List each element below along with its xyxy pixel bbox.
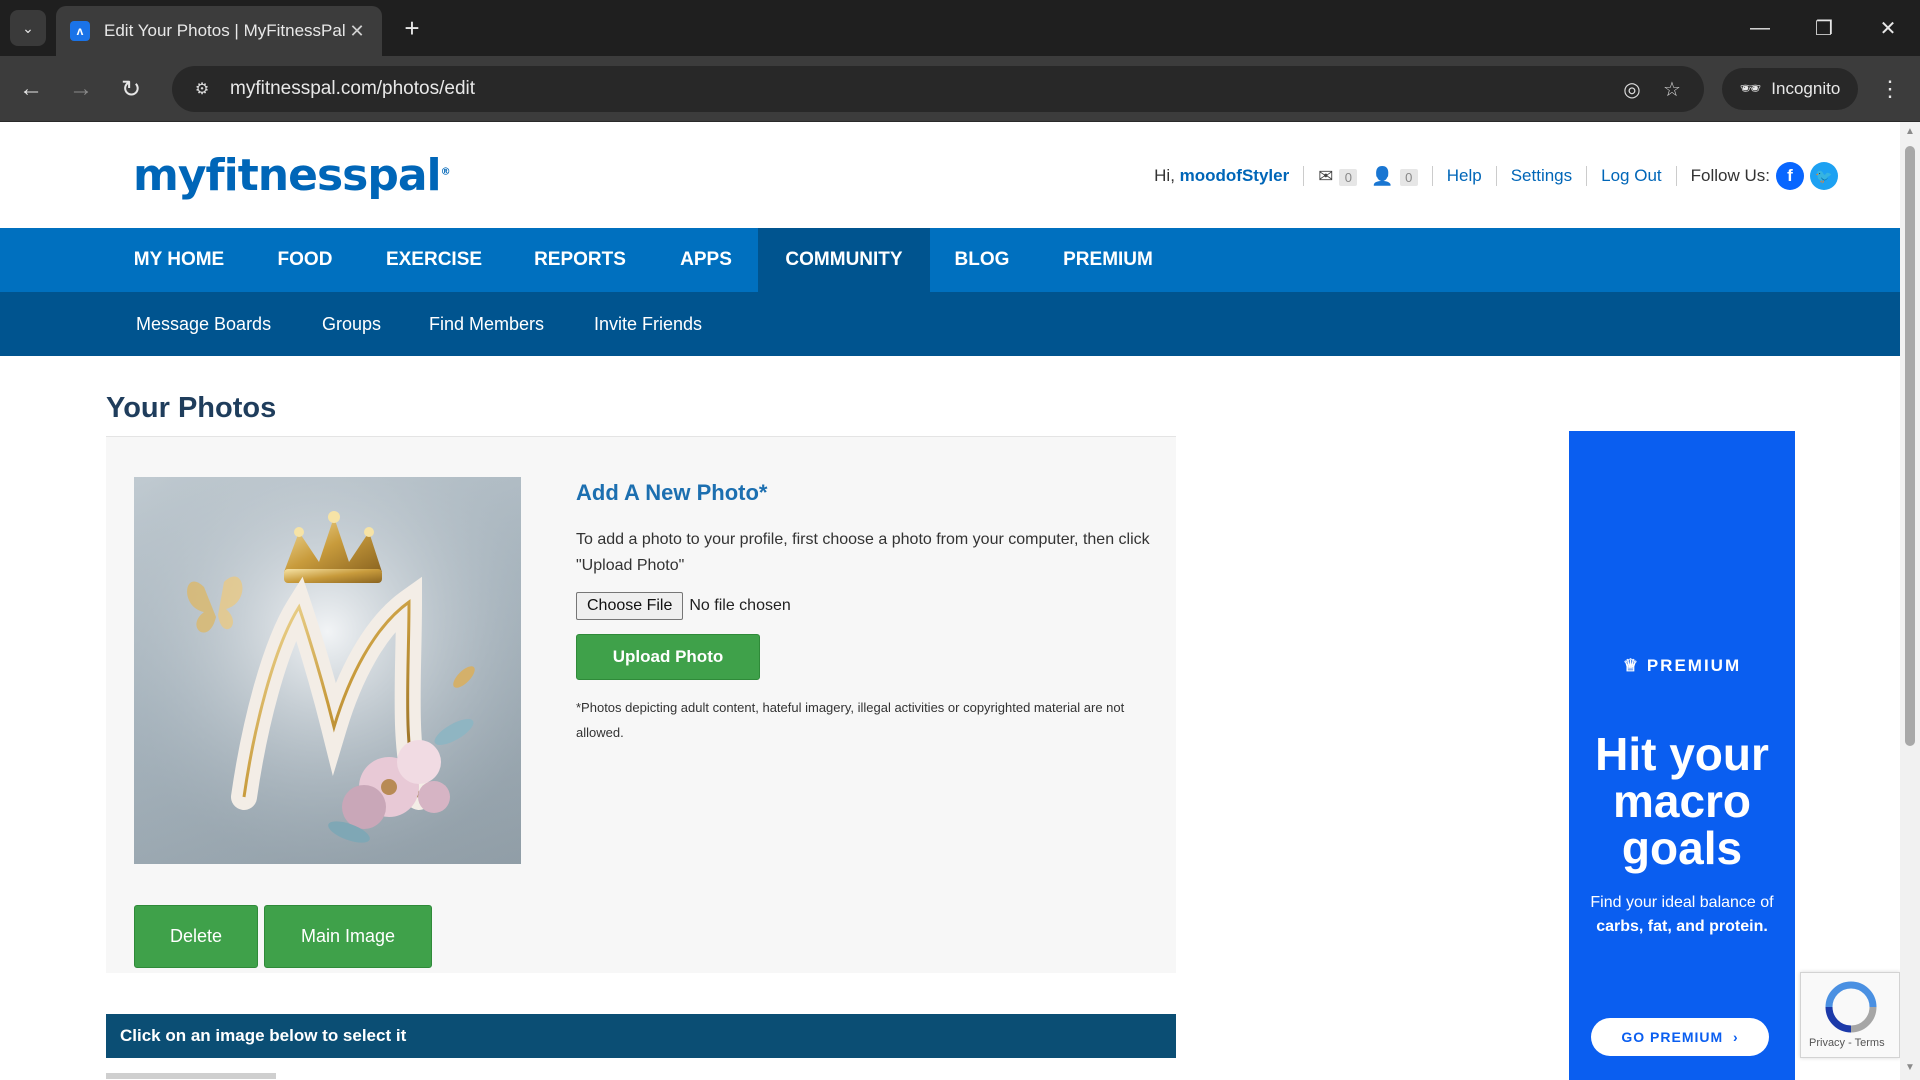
logout-link[interactable]: Log Out — [1601, 166, 1662, 186]
ad-headline: Hit your macro goals — [1595, 728, 1769, 874]
friend-requests-link[interactable]: 👤 0 — [1371, 165, 1418, 187]
chevron-right-icon: › — [1732, 1029, 1739, 1045]
url-text[interactable]: myfitnesspal.com/photos/edit — [230, 78, 1612, 100]
page-scrollbar[interactable]: ▲ ▼ — [1900, 122, 1920, 1080]
myfitnesspal-favicon-icon: ᴧ — [70, 21, 90, 41]
recaptcha-terms[interactable]: Privacy - Terms — [1809, 1037, 1885, 1049]
help-link[interactable]: Help — [1447, 166, 1482, 186]
ad-subtext: Find your ideal balance of carbs, fat, a… — [1589, 891, 1775, 939]
nav-community[interactable]: COMMUNITY — [758, 228, 930, 292]
person-icon: 👤 — [1371, 165, 1394, 186]
greeting-text: Hi, — [1154, 166, 1175, 185]
tab-search-button[interactable]: ⌄ — [10, 10, 46, 46]
scroll-down-icon[interactable]: ▼ — [1903, 1062, 1917, 1076]
divider — [1431, 166, 1433, 186]
messages-count: 0 — [1339, 168, 1358, 186]
subnav-message-boards[interactable]: Message Boards — [136, 292, 271, 356]
new-tab-plus-icon[interactable]: + — [396, 12, 428, 44]
premium-ad[interactable]: ♕ PREMIUM Hit your macro goals Find your… — [1569, 431, 1795, 1080]
nav-apps[interactable]: APPS — [664, 228, 748, 292]
more-menu-icon[interactable]: ⋮ — [1872, 70, 1908, 108]
delete-button[interactable]: Delete — [134, 905, 258, 968]
site-settings-icon[interactable]: ⚙ — [182, 79, 222, 99]
main-navigation: MY HOME FOOD EXERCISE REPORTS APPS COMMU… — [0, 228, 1900, 292]
upload-photo-button[interactable]: Upload Photo — [576, 634, 760, 680]
add-photo-description: To add a photo to your profile, first ch… — [576, 531, 1150, 574]
minimize-icon[interactable]: ― — [1738, 10, 1782, 46]
greeting: Hi, moodofStyler — [1154, 166, 1289, 186]
settings-link[interactable]: Settings — [1511, 166, 1572, 186]
divider — [1675, 166, 1677, 186]
divider — [1303, 166, 1305, 186]
user-bar: Hi, moodofStyler ✉ 0 👤 0 Help Settings Log… — [1154, 162, 1838, 190]
ad-subtext-prefix: Find your ideal balance of — [1590, 894, 1774, 911]
add-photo-heading: Add A New Photo* — [576, 480, 768, 505]
recaptcha-badge[interactable]: Privacy - Terms — [1800, 972, 1900, 1058]
no-file-chosen-text: No file chosen — [689, 597, 791, 614]
site-logo[interactable]: myfitnesspal® — [133, 150, 451, 201]
reload-icon[interactable]: ↻ — [112, 70, 150, 108]
thumbnail-strip — [106, 1073, 276, 1079]
forward-arrow-icon[interactable]: → — [62, 70, 100, 108]
logo-text: myfitnesspal — [133, 150, 442, 201]
choose-file-button[interactable]: Choose File — [576, 592, 684, 620]
restore-window-icon[interactable]: ❐ — [1802, 10, 1846, 46]
incognito-icon: 🕶 — [1739, 79, 1762, 98]
browser-tab-bar: ⌄ ᴧ Edit Your Photos | MyFitnessPal ✕ + … — [0, 0, 1920, 56]
friends-count: 0 — [1399, 168, 1418, 186]
profile-photo[interactable] — [134, 477, 521, 864]
file-input-row: Choose File No file chosen — [576, 592, 791, 620]
close-tab-icon[interactable]: ✕ — [346, 20, 368, 42]
nav-my-home[interactable]: MY HOME — [114, 228, 244, 292]
page-viewport: myfitnesspal® Hi, moodofStyler ✉ 0 👤 0 Hel… — [0, 122, 1900, 1080]
divider — [1495, 166, 1497, 186]
nav-blog[interactable]: BLOG — [940, 228, 1024, 292]
address-bar[interactable]: ⚙ myfitnesspal.com/photos/edit ◎ ☆ — [172, 66, 1704, 112]
facebook-icon[interactable]: f — [1776, 162, 1804, 190]
ad-premium-label: ♕ PREMIUM — [1569, 656, 1795, 676]
tab-title: Edit Your Photos | MyFitnessPal — [104, 21, 346, 40]
nav-food[interactable]: FOOD — [260, 228, 350, 292]
username-link[interactable]: moodofStyler — [1180, 166, 1290, 185]
browser-tab-active[interactable]: ᴧ Edit Your Photos | MyFitnessPal ✕ — [56, 6, 382, 56]
subnav-invite-friends[interactable]: Invite Friends — [594, 292, 702, 356]
ad-premium-text: PREMIUM — [1646, 656, 1742, 675]
page-title: Your Photos — [106, 392, 277, 424]
go-premium-button[interactable]: GO PREMIUM › — [1591, 1018, 1769, 1056]
select-image-bar: Click on an image below to select it — [106, 1014, 1176, 1058]
eye-slash-icon[interactable]: ◎ — [1612, 77, 1652, 102]
nav-exercise[interactable]: EXERCISE — [372, 228, 496, 292]
messages-link[interactable]: ✉ 0 — [1318, 165, 1358, 187]
follow-us-label: Follow Us: — [1690, 166, 1770, 185]
community-subnav: Message Boards Groups Find Members Invit… — [0, 292, 1900, 356]
main-image-button[interactable]: Main Image — [264, 905, 432, 968]
go-premium-label: GO PREMIUM — [1621, 1029, 1724, 1045]
divider — [1586, 166, 1588, 186]
nav-premium[interactable]: PREMIUM — [1046, 228, 1170, 292]
subnav-find-members[interactable]: Find Members — [429, 292, 544, 356]
chevron-down-icon: ⌄ — [22, 19, 34, 36]
content-disclaimer: *Photos depicting adult content, hateful… — [576, 700, 1125, 740]
incognito-badge[interactable]: 🕶 Incognito — [1722, 68, 1858, 110]
scroll-thumb[interactable] — [1905, 146, 1915, 746]
crown-icon: ♕ — [1622, 656, 1641, 675]
recaptcha-icon — [1825, 981, 1877, 1033]
back-arrow-icon[interactable]: ← — [12, 70, 50, 108]
ad-subtext-bold: carbs, fat, and protein. — [1596, 918, 1768, 935]
close-window-icon[interactable]: ✕ — [1866, 10, 1910, 46]
photo-artwork — [134, 477, 521, 864]
twitter-icon[interactable]: 🐦 — [1810, 162, 1838, 190]
envelope-icon: ✉ — [1318, 165, 1334, 186]
bookmark-star-icon[interactable]: ☆ — [1652, 77, 1692, 102]
nav-reports[interactable]: REPORTS — [518, 228, 642, 292]
browser-toolbar: ← → ↻ ⚙ myfitnesspal.com/photos/edit ◎ ☆… — [0, 56, 1920, 122]
subnav-groups[interactable]: Groups — [322, 292, 381, 356]
scroll-up-icon[interactable]: ▲ — [1903, 126, 1917, 140]
incognito-label: Incognito — [1771, 79, 1841, 98]
